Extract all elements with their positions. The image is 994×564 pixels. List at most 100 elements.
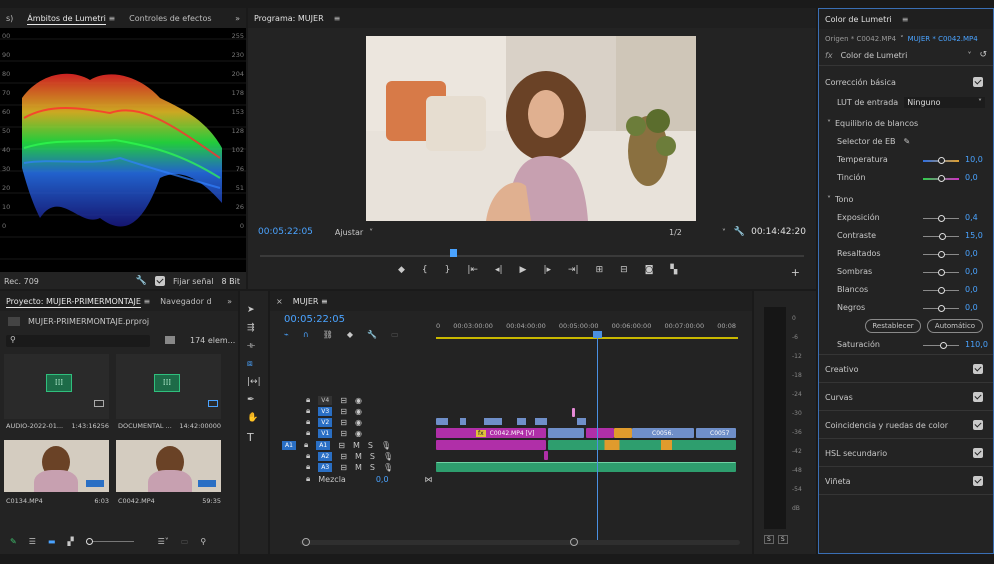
- media-thumb-video-2[interactable]: [116, 440, 221, 492]
- media-thumb-video-1[interactable]: [4, 440, 109, 492]
- scroll-handle-right[interactable]: [570, 538, 578, 546]
- track-label[interactable]: V2: [318, 417, 333, 427]
- go-to-in-icon[interactable]: |⇤: [467, 265, 478, 275]
- a3-clip[interactable]: [436, 462, 736, 472]
- a1-clip-magenta[interactable]: [436, 440, 546, 450]
- sort-icon[interactable]: ☰˅: [158, 537, 169, 546]
- reset-icon[interactable]: ↺: [979, 50, 987, 60]
- whites-value[interactable]: 0,0: [965, 285, 978, 294]
- sync-icon[interactable]: ⊟: [340, 463, 347, 472]
- eye-icon[interactable]: ◉: [355, 429, 362, 438]
- blacks-value[interactable]: 0,0: [965, 303, 978, 312]
- play-icon[interactable]: ▶: [520, 265, 527, 275]
- sequence-clip[interactable]: MUJER * C0042.MP4: [908, 35, 978, 43]
- reset-button[interactable]: Restablecer: [865, 319, 921, 333]
- resolution-select[interactable]: 1/2 ˅: [669, 228, 726, 237]
- slider-knob[interactable]: [937, 305, 945, 312]
- tone-section-toggle[interactable]: ˅ Tono: [827, 195, 853, 204]
- mic-icon[interactable]: 🎙︎: [383, 452, 393, 461]
- program-timecode[interactable]: 00:05:22:05: [258, 227, 313, 237]
- track-label[interactable]: A3: [318, 462, 333, 472]
- slider-knob[interactable]: [937, 269, 945, 276]
- whites-slider[interactable]: [923, 287, 959, 294]
- track-select-icon[interactable]: ⇶: [247, 323, 261, 333]
- a1-clips[interactable]: [548, 440, 736, 450]
- wrench-icon[interactable]: 🔧: [367, 330, 377, 339]
- solo-button[interactable]: S: [368, 441, 373, 450]
- scroll-handle-left[interactable]: [302, 538, 310, 546]
- playhead-line[interactable]: [597, 333, 598, 545]
- slider-knob[interactable]: [937, 251, 945, 258]
- slider-knob[interactable]: [938, 215, 946, 222]
- list-view-icon[interactable]: ☰: [29, 537, 36, 546]
- tab-fragment[interactable]: s): [6, 14, 13, 23]
- source-clip[interactable]: Origen * C0042.MP4: [825, 35, 896, 43]
- track-label[interactable]: A2: [318, 451, 333, 461]
- v3-clips[interactable]: [436, 418, 736, 425]
- lift-icon[interactable]: ⊞: [596, 265, 604, 275]
- saturation-value[interactable]: 110,0: [965, 340, 988, 349]
- marker-icon[interactable]: ◆: [398, 265, 405, 275]
- eyedropper-icon[interactable]: ✎: [904, 137, 911, 146]
- contrast-value[interactable]: 15,0: [965, 231, 983, 240]
- step-forward-icon[interactable]: |▸: [543, 265, 551, 275]
- hand-tool-icon[interactable]: ✋: [247, 413, 261, 423]
- section-curves[interactable]: Curvas: [825, 392, 983, 402]
- exposure-slider[interactable]: [923, 215, 959, 222]
- bin-icon[interactable]: [165, 336, 175, 344]
- menu-icon[interactable]: ≡: [902, 15, 909, 24]
- fijar-checkbox[interactable]: [155, 276, 166, 286]
- section-basic[interactable]: Corrección básica: [825, 77, 983, 87]
- time-ruler[interactable]: 0 00:03:00:00 00:04:00:00 00:05:00:00 00:06:…: [436, 322, 736, 330]
- snap-icon[interactable]: ∩: [303, 330, 309, 339]
- media-thumb-audio-1[interactable]: ⁞⁞⁞: [4, 354, 109, 419]
- overflow-icon[interactable]: »: [235, 14, 240, 23]
- tab-sequence[interactable]: MUJER ≡: [293, 297, 328, 306]
- solo-right-button[interactable]: S: [777, 535, 788, 544]
- chevron-down-icon[interactable]: ˅: [900, 35, 904, 43]
- exposure-value[interactable]: 0,4: [965, 213, 978, 222]
- razor-tool-icon[interactable]: ⧈: [247, 359, 261, 369]
- colorspace-label[interactable]: Rec. 709: [4, 277, 39, 286]
- temperature-slider[interactable]: [923, 157, 959, 164]
- tab-browser[interactable]: Navegador d: [160, 297, 211, 306]
- slider-knob[interactable]: [937, 287, 945, 294]
- close-icon[interactable]: ×: [276, 297, 283, 306]
- sync-icon[interactable]: ⊟: [340, 418, 347, 427]
- program-title[interactable]: Programa: MUJER: [254, 14, 324, 23]
- eye-icon[interactable]: ◉: [355, 418, 362, 427]
- tab-effect-controls[interactable]: Controles de efectos: [129, 14, 211, 23]
- eye-icon[interactable]: ◉: [355, 396, 362, 405]
- mute-button[interactable]: M: [353, 441, 360, 450]
- track-label[interactable]: V1: [318, 428, 333, 438]
- mute-button[interactable]: M: [355, 463, 362, 472]
- add-button-icon[interactable]: +: [791, 266, 800, 279]
- captions-icon[interactable]: ▭: [391, 330, 399, 339]
- lock-icon[interactable]: 🔒︎: [304, 440, 308, 450]
- lock-icon[interactable]: 🔒︎: [306, 451, 310, 461]
- temperature-value[interactable]: 10,0: [965, 155, 983, 164]
- sync-icon[interactable]: ⊟: [340, 407, 347, 416]
- bin-new-icon[interactable]: ▭: [181, 537, 189, 546]
- overflow-icon[interactable]: »: [227, 297, 232, 306]
- menu-icon[interactable]: ≡: [334, 14, 341, 23]
- v1-clip-magenta-2[interactable]: [586, 428, 614, 438]
- slider-knob[interactable]: [939, 233, 947, 240]
- v1-clip-orange[interactable]: [614, 428, 632, 438]
- compare-icon[interactable]: ▚: [670, 265, 677, 275]
- mix-end-icon[interactable]: ⋈: [425, 475, 433, 484]
- chevron-down-icon[interactable]: ˅: [967, 51, 971, 60]
- track-label[interactable]: A1: [316, 440, 331, 450]
- lock-icon[interactable]: 🔒︎: [306, 395, 310, 405]
- section-checkbox[interactable]: [973, 448, 983, 458]
- project-search-field[interactable]: ⚲: [6, 335, 150, 347]
- media-thumb-audio-2[interactable]: ⁞⁞⁞: [116, 354, 221, 419]
- ripple-edit-icon[interactable]: ⟛: [247, 341, 261, 351]
- sync-icon[interactable]: ⊟: [340, 452, 347, 461]
- mute-button[interactable]: M: [355, 452, 362, 461]
- lut-select[interactable]: Ninguno ˅: [904, 97, 985, 108]
- shadows-slider[interactable]: [923, 269, 959, 276]
- solo-left-button[interactable]: S: [764, 535, 774, 544]
- v1-clip-c0056[interactable]: C0056.: [632, 428, 694, 438]
- solo-button[interactable]: S: [370, 463, 375, 472]
